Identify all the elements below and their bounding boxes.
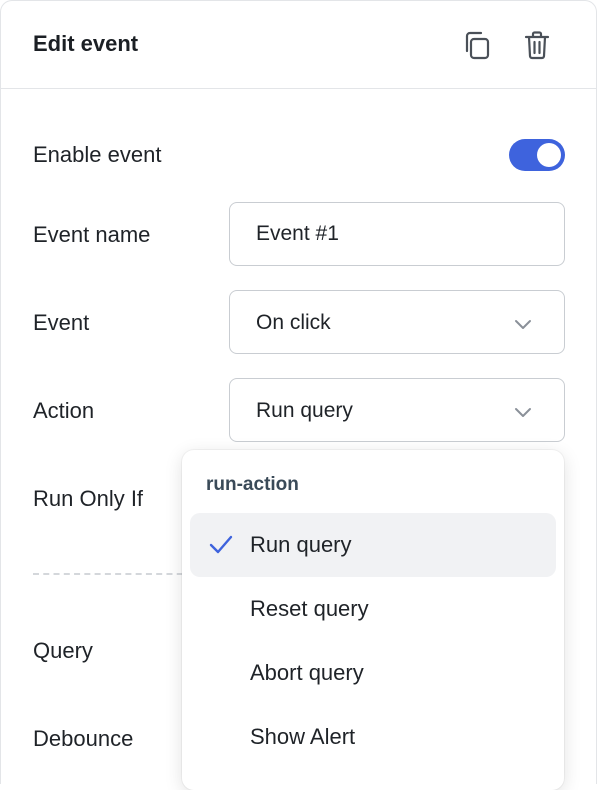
dropdown-item-label: Show Alert bbox=[250, 724, 356, 749]
action-select[interactable]: Run query bbox=[229, 378, 565, 442]
toggle-knob bbox=[537, 143, 561, 167]
dropdown-item-reset-query[interactable]: Reset query bbox=[190, 577, 556, 641]
copy-button[interactable] bbox=[459, 27, 495, 63]
action-dropdown-menu: run-action Run query Reset query Abort q… bbox=[182, 450, 564, 790]
panel-header: Edit event bbox=[1, 1, 596, 89]
action-label: Action bbox=[33, 398, 95, 423]
enable-event-label: Enable event bbox=[33, 142, 162, 167]
dropdown-item-label: Reset query bbox=[250, 596, 369, 621]
event-name-label: Event name bbox=[33, 222, 151, 247]
dropdown-item-label: Run query bbox=[250, 532, 352, 557]
copy-icon bbox=[465, 31, 490, 60]
query-label: Query bbox=[33, 638, 93, 663]
enable-event-toggle[interactable] bbox=[509, 139, 565, 171]
dropdown-item-label: Abort query bbox=[250, 660, 364, 685]
debounce-label: Debounce bbox=[33, 726, 134, 751]
event-select-value: On click bbox=[256, 311, 331, 334]
event-name-input[interactable] bbox=[229, 202, 565, 266]
dropdown-item-run-query[interactable]: Run query bbox=[190, 513, 556, 577]
event-select[interactable]: On click bbox=[229, 290, 565, 354]
action-select-value: Run query bbox=[256, 399, 353, 422]
dropdown-group-label: run-action bbox=[206, 474, 299, 495]
chevron-down-icon bbox=[515, 320, 531, 329]
run-only-if-label: Run Only If bbox=[33, 486, 144, 511]
trash-icon bbox=[524, 31, 550, 60]
check-icon bbox=[209, 535, 233, 554]
dropdown-item-show-alert[interactable]: Show Alert bbox=[190, 705, 556, 769]
panel-title: Edit event bbox=[33, 31, 139, 56]
event-label: Event bbox=[33, 310, 90, 335]
section-divider bbox=[33, 573, 193, 575]
chevron-down-icon bbox=[515, 408, 531, 417]
delete-button[interactable] bbox=[519, 27, 555, 63]
dropdown-item-abort-query[interactable]: Abort query bbox=[190, 641, 556, 705]
